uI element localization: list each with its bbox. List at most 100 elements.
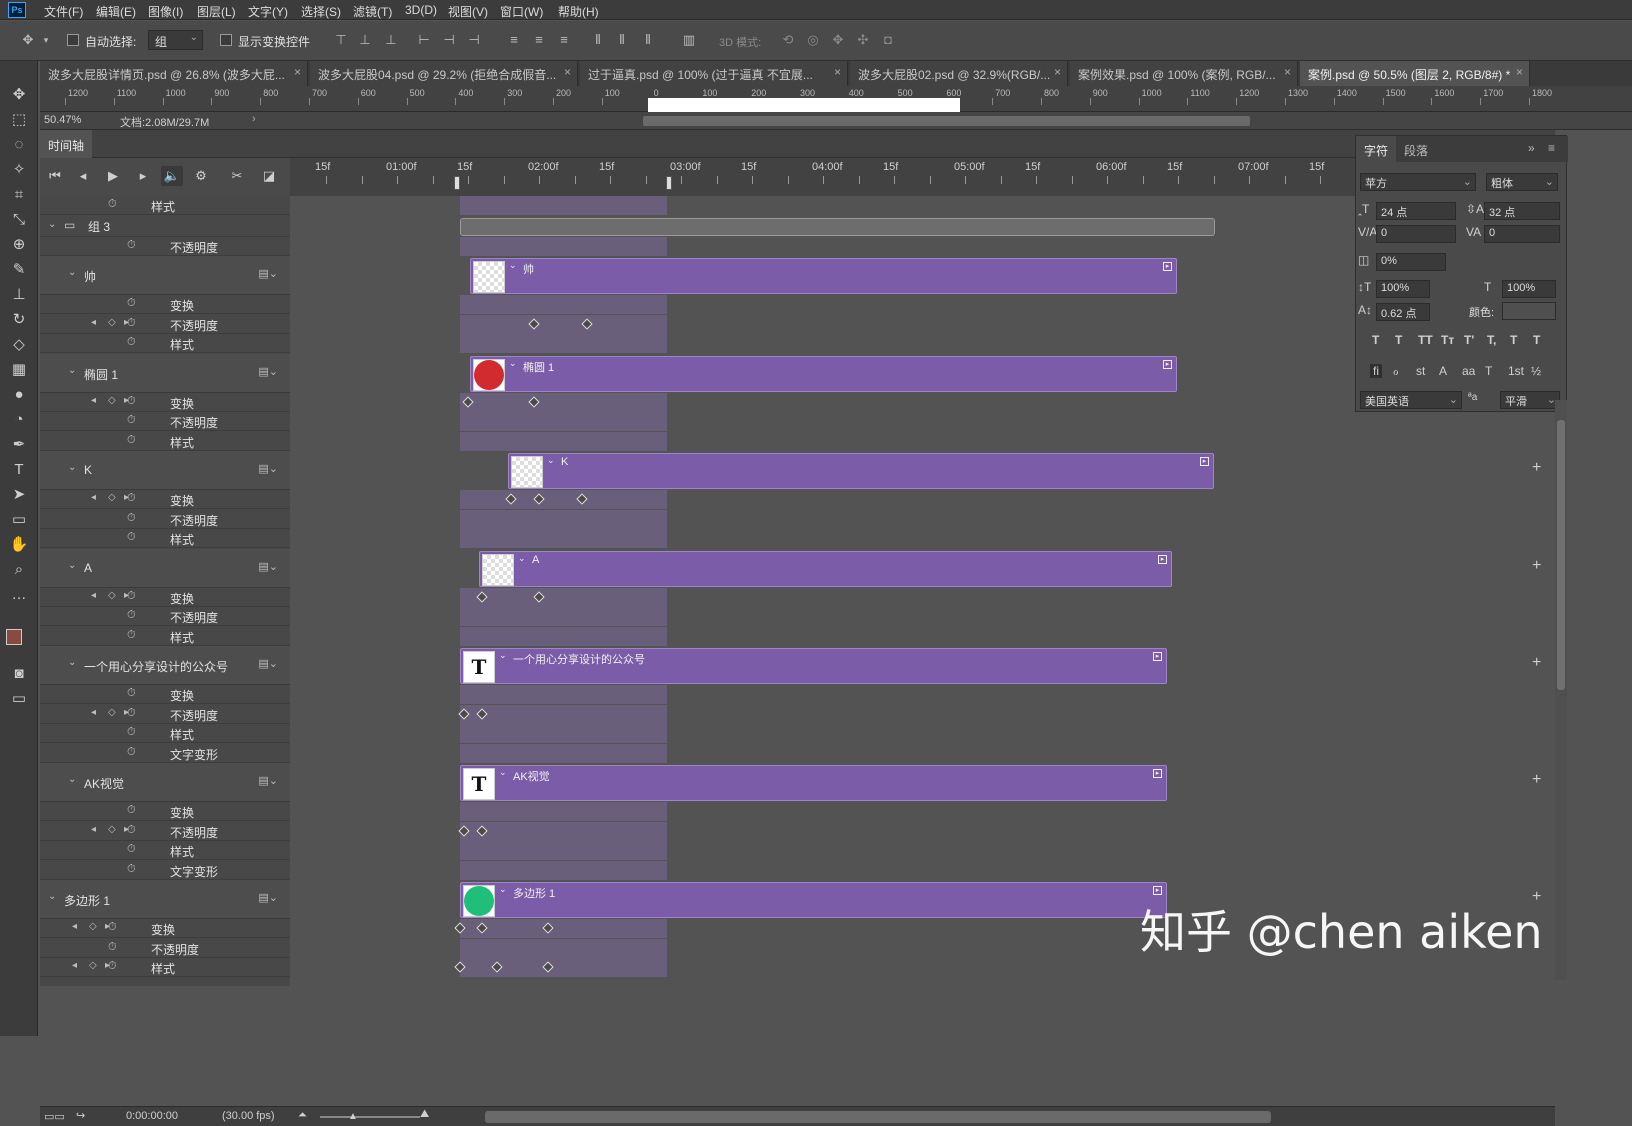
property-row[interactable]: ◂ ◇ ▸ ⏱ 不透明度 (40, 822, 290, 841)
property-row[interactable]: ⏱ 文字变形 (40, 861, 290, 880)
clip-end-icon[interactable]: ▸ (1153, 886, 1162, 895)
distribute-left-icon[interactable]: ⫴ (590, 32, 606, 48)
chevron-down-icon[interactable]: ⌄ (499, 767, 507, 778)
screen-mode-icon[interactable]: ▭ (8, 689, 30, 709)
property-row[interactable]: ⏱ 不透明度 (40, 607, 290, 626)
stopwatch-icon[interactable]: ⏱ (127, 824, 136, 837)
prev-keyframe-icon[interactable]: ◂ (91, 590, 96, 601)
align-left-icon[interactable]: ⊢ (416, 32, 432, 48)
split-scissors-icon[interactable]: ✂ (226, 166, 248, 186)
film-strip-icon[interactable]: ▤⌄ (258, 267, 278, 280)
vertical-scrollbar-thumb[interactable] (1557, 420, 1565, 690)
stopwatch-icon[interactable]: ⏱ (127, 804, 136, 817)
collapse-triangle-icon[interactable]: ⌄ (48, 219, 56, 230)
property-row[interactable]: ⏱ 样式 (40, 529, 290, 548)
prev-keyframe-icon[interactable]: ◂ (72, 960, 77, 971)
property-row[interactable]: ⏱ 文字变形 (40, 744, 290, 763)
layer-row[interactable]: ⌄ 帅 ▤⌄ (40, 256, 290, 295)
layer-clip[interactable]: ⌄ 帅 ▸ (470, 258, 1177, 294)
transition-icon[interactable]: ◪ (258, 166, 280, 186)
show-transform-checkbox[interactable] (220, 34, 232, 46)
stopwatch-icon[interactable]: ⏱ (127, 414, 136, 427)
chevron-down-icon[interactable]: ⌄ (518, 553, 526, 564)
property-row[interactable]: ⏱ 样式 (40, 724, 290, 743)
collapse-triangle-icon[interactable]: ⌄ (68, 774, 76, 785)
marquee-tool-icon[interactable]: ⬚ (8, 110, 30, 130)
chevron-down-icon[interactable]: ⌄ (499, 884, 507, 895)
layer-row[interactable]: ⌄ 一个用心分享设计的公众号 ▤⌄ (40, 646, 290, 685)
collapse-triangle-icon[interactable]: ⌄ (68, 462, 76, 473)
text-color-swatch[interactable] (1502, 302, 1556, 320)
film-strip-icon[interactable]: ▤⌄ (258, 774, 278, 787)
layer-row[interactable]: ⌄ AK视觉 ▤⌄ (40, 763, 290, 802)
magic-wand-icon[interactable]: ✧ (8, 160, 30, 180)
property-row[interactable]: ◂ ◇ ▸ ⏱ 变换 (40, 588, 290, 607)
layer-clip[interactable]: T ⌄ AK视觉 ▸ (460, 765, 1167, 801)
blur-tool-icon[interactable]: ● (8, 385, 30, 405)
gradient-tool-icon[interactable]: ▦ (8, 360, 30, 380)
add-keyframe-icon[interactable]: ◇ (108, 590, 116, 601)
stopwatch-icon[interactable]: ⏱ (127, 609, 136, 622)
close-icon[interactable]: × (1516, 65, 1523, 79)
stopwatch-icon[interactable]: ⏱ (127, 629, 136, 642)
layer-clip[interactable]: ⌄ 椭圆 1 ▸ (470, 355, 1177, 392)
collapse-triangle-icon[interactable]: ⌄ (68, 365, 76, 376)
text-style-button[interactable]: TT (1418, 333, 1433, 347)
stopwatch-icon[interactable]: ⏱ (127, 317, 136, 330)
stopwatch-icon[interactable]: ⏱ (108, 921, 117, 934)
tab-character[interactable]: 字符 (1356, 136, 1396, 162)
timeline-tab[interactable]: 时间轴 (40, 130, 92, 158)
move-tool-icon[interactable]: ✥ (20, 32, 36, 48)
close-icon[interactable]: × (1284, 65, 1291, 79)
menu-select[interactable]: 选择(S) (301, 3, 341, 20)
distribute-right-icon[interactable]: ⫴ (640, 32, 656, 48)
work-area-end-handle[interactable] (666, 176, 672, 190)
distribute-hcenter-icon[interactable]: ⫴ (614, 32, 630, 48)
crop-tool-icon[interactable]: ⌗ (8, 185, 30, 205)
collapse-triangle-icon[interactable]: ⌄ (68, 267, 76, 278)
chevron-down-icon[interactable]: ⌄ (547, 455, 555, 466)
font-size-select[interactable]: 24 点 (1376, 202, 1456, 220)
stopwatch-icon[interactable]: ⏱ (127, 707, 136, 720)
opentype-feature-button[interactable]: aa (1462, 364, 1475, 378)
lasso-tool-icon[interactable]: ◌ (8, 135, 30, 155)
doc-tab[interactable]: 波多大屁股02.psd @ 32.9%(RGB/... × (850, 61, 1068, 86)
render-video-icon[interactable]: ↪ (76, 1109, 85, 1122)
close-icon[interactable]: × (1054, 65, 1061, 79)
add-keyframe-icon[interactable]: ◇ (108, 317, 116, 328)
property-row[interactable]: ⏱ 样式 (40, 432, 290, 451)
stopwatch-icon[interactable]: ⏱ (127, 746, 136, 759)
align-vcenter-icon[interactable]: ⊥ (357, 32, 373, 48)
zoom-out-mountain-icon[interactable]: ⏶ (298, 1109, 307, 1122)
prev-keyframe-icon[interactable]: ◂ (91, 492, 96, 503)
go-to-first-frame-icon[interactable]: ⏮ (44, 166, 66, 186)
film-strip-icon[interactable]: ▤⌄ (258, 560, 278, 573)
property-row[interactable]: ⏱ 样式 (40, 627, 290, 646)
stopwatch-icon[interactable]: ⏱ (127, 843, 136, 856)
opentype-feature-button[interactable]: A (1439, 364, 1447, 378)
prev-keyframe-icon[interactable]: ◂ (91, 395, 96, 406)
language-select[interactable]: 美国英语 ⌄ (1360, 391, 1462, 409)
menu-3d[interactable]: 3D(D) (405, 3, 437, 17)
clone-stamp-icon[interactable]: ⊥ (8, 285, 30, 305)
chevron-down-icon[interactable]: ⌄ (509, 358, 517, 369)
zoom-tool-icon[interactable]: ⌕ (8, 560, 30, 580)
property-row[interactable]: ⏱ 样式 (40, 841, 290, 860)
doc-tab[interactable]: 波多大屁股详情页.psd @ 26.8% (波多大屁... × (40, 61, 308, 86)
add-keyframe-icon[interactable]: ◇ (108, 824, 116, 835)
pen-tool-icon[interactable]: ✒ (8, 435, 30, 455)
stopwatch-icon[interactable]: ⏱ (127, 531, 136, 544)
stopwatch-icon[interactable]: ⏱ (108, 198, 117, 211)
align-top-icon[interactable]: ⊤ (333, 32, 349, 48)
add-keyframe-icon[interactable]: ◇ (89, 960, 97, 971)
layer-clip[interactable]: ⌄ 多边形 1 ▸ (460, 882, 1167, 918)
stopwatch-icon[interactable]: ⏱ (127, 512, 136, 525)
prev-keyframe-icon[interactable]: ◂ (91, 824, 96, 835)
text-style-button[interactable]: T (1372, 333, 1379, 347)
close-icon[interactable]: × (834, 65, 841, 79)
property-row[interactable]: ⏱ 样式 (40, 334, 290, 353)
clip-end-icon[interactable]: ▸ (1200, 457, 1209, 466)
align-bottom-icon[interactable]: ⊥ (383, 32, 399, 48)
panel-menu-icon[interactable]: ≡ (1548, 141, 1555, 155)
menu-file[interactable]: 文件(F) (44, 3, 83, 20)
